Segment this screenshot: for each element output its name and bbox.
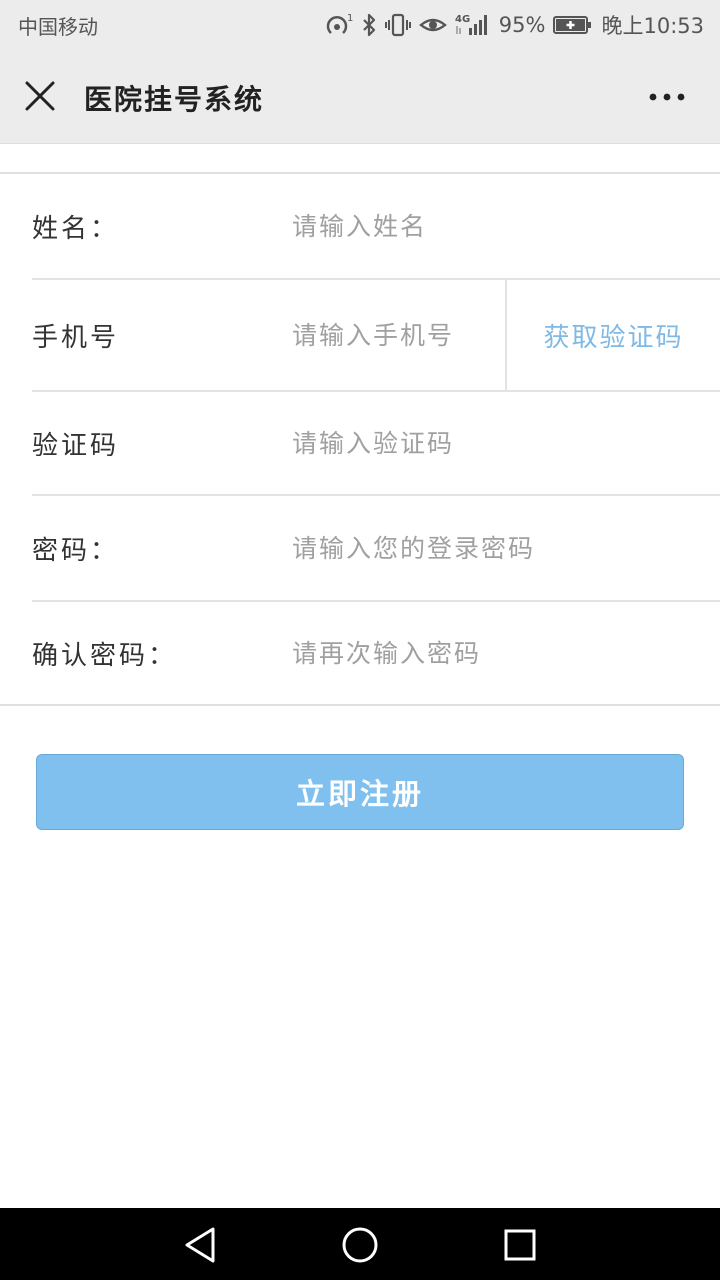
close-icon [25,81,55,111]
signal-icon: 4G [455,12,491,38]
home-icon [342,1227,378,1263]
carrier-label: 中国移动 [18,14,98,39]
get-code-button[interactable]: 获取验证码 [505,280,720,390]
hotspot-icon: 1 [325,12,353,38]
vibrate-icon [384,12,411,38]
name-label: 姓名： [32,213,120,244]
code-input[interactable] [292,418,712,468]
password-input[interactable] [292,523,712,573]
back-icon [185,1227,215,1263]
confirm-password-input[interactable] [292,628,712,678]
phone-label: 手机号 [32,322,120,353]
battery-percent: 95% [498,13,546,37]
clock: 晚上10:53 [601,14,704,38]
status-bar: 中国移动 1 4G 95% 晚上10:53 [0,0,720,50]
phone-input[interactable] [292,310,497,360]
page-title: 医院挂号系统 [84,83,265,116]
status-icons: 1 4G 95% 晚上10:53 [325,10,704,40]
confirm-password-label: 确认密码： [32,640,178,671]
network-type-label: 4G [455,14,470,25]
code-row: 验证码 [32,392,720,496]
more-button[interactable] [646,80,690,114]
battery-icon [553,12,593,38]
home-button[interactable] [339,1224,381,1266]
password-row: 密码： [32,496,720,602]
title-bar: 医院挂号系统 [0,50,720,144]
close-button[interactable] [20,76,60,116]
confirm-password-row: 确认密码： [32,602,720,704]
back-button[interactable] [179,1224,221,1266]
recents-button[interactable] [499,1224,541,1266]
registration-form: 姓名： 手机号 获取验证码 验证码 密码： 确认密码： [0,172,720,706]
code-label: 验证码 [32,430,120,461]
recents-icon [504,1229,536,1261]
eye-icon [418,12,447,38]
bluetooth-icon [361,12,377,38]
phone-row: 手机号 获取验证码 [32,280,720,392]
more-icon [649,93,685,101]
svg-text:1: 1 [347,13,353,24]
name-row: 姓名： [32,174,720,280]
name-input[interactable] [292,201,712,251]
navigation-bar [0,1208,720,1280]
password-label: 密码： [32,535,120,566]
register-button[interactable]: 立即注册 [36,754,684,830]
